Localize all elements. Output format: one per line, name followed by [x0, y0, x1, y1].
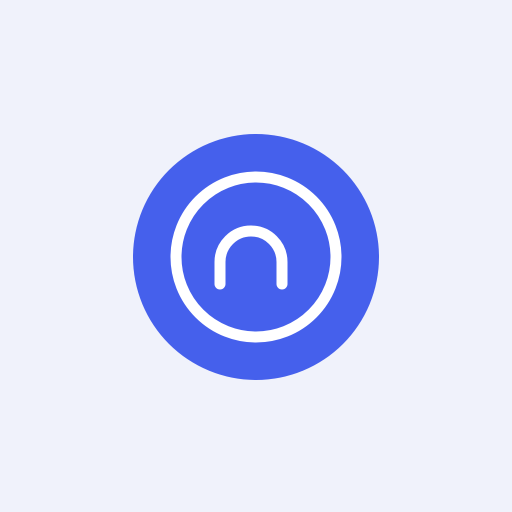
logo-ring	[170, 171, 342, 343]
logo-arch	[214, 225, 288, 290]
app-logo	[133, 134, 379, 380]
app-icon-canvas	[0, 0, 512, 512]
n-monogram-logo-icon	[170, 171, 342, 343]
